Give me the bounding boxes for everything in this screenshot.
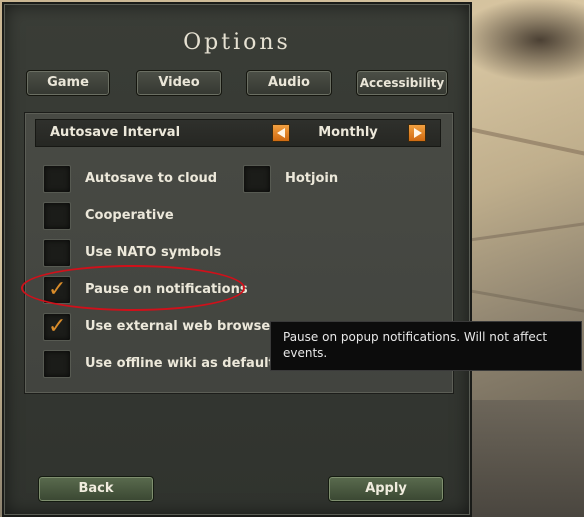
- landscape-detail: [470, 221, 584, 242]
- use-nato-symbols-checkbox[interactable]: [43, 239, 71, 267]
- use-offline-wiki-checkbox[interactable]: [43, 350, 71, 378]
- cooperative-checkbox[interactable]: [43, 202, 71, 230]
- hotjoin-checkbox[interactable]: [243, 165, 271, 193]
- arrow-right-icon: [414, 128, 422, 138]
- tooltip: Pause on popup notifications. Will not a…: [270, 321, 582, 371]
- apply-button[interactable]: Apply: [328, 476, 444, 502]
- tab-audio[interactable]: Audio: [246, 70, 332, 96]
- autosave-next-button[interactable]: [408, 124, 426, 142]
- arrow-left-icon: [277, 128, 285, 138]
- window-title: Options: [183, 30, 291, 55]
- tab-video[interactable]: Video: [136, 70, 222, 96]
- tab-accessibility[interactable]: Accessibility: [356, 70, 448, 96]
- options-window: Options Game Video Audio Accessibility A…: [2, 2, 472, 517]
- option-label: Hotjoin: [285, 171, 339, 186]
- autosave-to-cloud-checkbox[interactable]: [43, 165, 71, 193]
- landscape-detail: [460, 400, 584, 517]
- tab-game[interactable]: Game: [26, 70, 110, 96]
- option-label: Autosave to cloud: [85, 171, 218, 186]
- landscape-detail: [470, 289, 584, 314]
- autosave-prev-button[interactable]: [272, 124, 290, 142]
- use-external-web-browser-checkbox[interactable]: ✓: [43, 313, 71, 341]
- option-label: Use external web browser: [85, 319, 277, 334]
- checkmark-icon: ✓: [48, 314, 67, 339]
- autosave-interval-label: Autosave Interval: [50, 125, 181, 140]
- autosave-interval-row: Autosave Interval Monthly: [35, 119, 441, 147]
- landscape-detail: [470, 127, 584, 157]
- highlight-ellipse: [21, 265, 245, 311]
- option-label: Cooperative: [85, 208, 174, 223]
- option-label: Use NATO symbols: [85, 245, 222, 260]
- tab-bar: Game Video Audio Accessibility: [26, 70, 450, 96]
- back-button[interactable]: Back: [38, 476, 154, 502]
- autosave-interval-value: Monthly: [318, 125, 378, 140]
- option-label: Use offline wiki as default: [85, 356, 275, 371]
